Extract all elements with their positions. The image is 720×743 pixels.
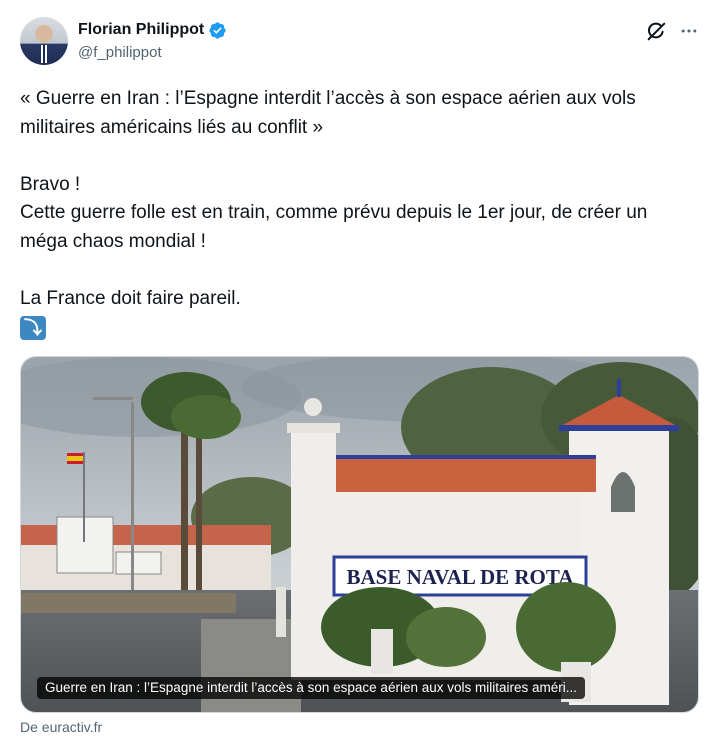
- tweet-line-chaos: Cette guerre folle est en train, comme p…: [20, 202, 653, 252]
- tweet-quote: « Guerre en Iran : l’Espagne interdit l’…: [20, 88, 642, 138]
- card-source[interactable]: De euractiv.fr: [20, 718, 102, 736]
- card-caption: Guerre en Iran : l’Espagne interdit l’ac…: [37, 677, 586, 699]
- author-handle[interactable]: @f_philippot: [78, 43, 227, 63]
- tweet: Florian Philippot @f_philippot « Guerre …: [0, 0, 720, 743]
- link-card[interactable]: BASE NAVAL DE ROTA Guerre en Iran : l’Es…: [20, 356, 699, 713]
- author-name[interactable]: Florian Philippot: [78, 20, 204, 40]
- name-row: Florian Philippot: [78, 20, 227, 40]
- verified-badge-icon: [209, 21, 226, 39]
- arrow-down-emoji: ⤵: [20, 316, 46, 340]
- tweet-text: « Guerre en Iran : l’Espagne interdit l’…: [20, 85, 700, 344]
- rota-sign-text: BASE NAVAL DE ROTA: [347, 565, 575, 589]
- grok-icon[interactable]: [643, 18, 669, 44]
- tweet-line-france: La France doit faire pareil.: [20, 287, 241, 309]
- tweet-line-bravo: Bravo !: [20, 173, 81, 195]
- avatar[interactable]: [20, 17, 68, 65]
- more-options-icon[interactable]: [676, 18, 702, 44]
- card-image: BASE NAVAL DE ROTA: [21, 357, 698, 712]
- author-block: Florian Philippot @f_philippot: [78, 20, 227, 63]
